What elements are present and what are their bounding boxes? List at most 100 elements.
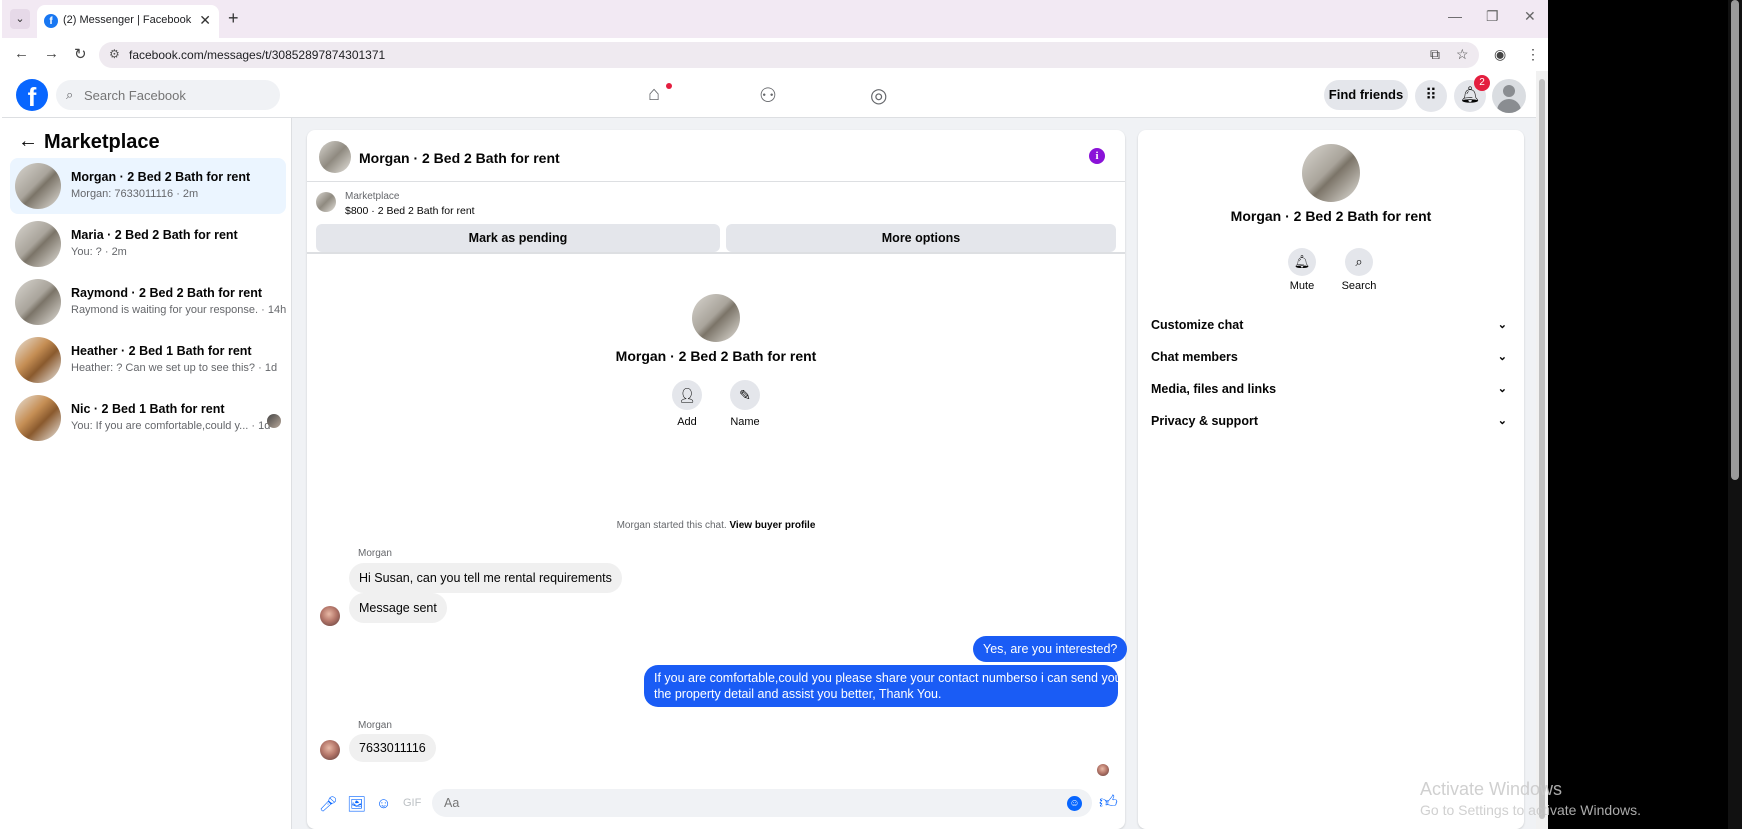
conversation-item[interactable]: Heather · 2 Bed 1 Bath for rent Heather:… — [10, 332, 286, 388]
watermark-line1: Activate Windows — [1420, 779, 1563, 799]
outer-scrollbar-thumb[interactable] — [1731, 0, 1739, 480]
more-options-button[interactable]: More options — [726, 224, 1116, 252]
chevron-down-icon: ⌄ — [1497, 351, 1507, 363]
chat-panel: Morgan · 2 Bed 2 Bath for rent i Marketp… — [307, 130, 1128, 829]
notification-badge: 2 — [1474, 75, 1490, 91]
message-line: the property detail and assist you bette… — [654, 687, 942, 701]
sidebar-title: Marketplace — [44, 131, 160, 153]
outgoing-message[interactable]: If you are comfortable,could you please … — [644, 665, 1122, 707]
sender-avatar[interactable] — [320, 740, 340, 760]
photo-icon[interactable]: 🖼︎ — [347, 795, 366, 813]
chat-info-panel: Morgan · 2 Bed 2 Bath for rent 🔔︎ Mute ⌕… — [1138, 130, 1524, 829]
back-arrow-icon[interactable]: ← — [18, 130, 38, 153]
conversation-item[interactable]: Nic · 2 Bed 1 Bath for rent You: If you … — [10, 390, 286, 446]
window-close-icon[interactable]: ✕ — [1524, 8, 1536, 25]
incoming-message[interactable]: 7633011116 — [349, 734, 436, 762]
tab-strip: ⌄ f (2) Messenger | Facebook ✕ + — ❐ ✕ — [2, 0, 1548, 38]
customize-chat-row[interactable]: Customize chat ⌄ — [1151, 310, 1513, 340]
chat-header: Morgan · 2 Bed 2 Bath for rent i — [307, 130, 1125, 182]
microphone-icon[interactable]: 🎤︎ — [319, 795, 338, 813]
restore-icon[interactable]: ❐ — [1486, 8, 1499, 25]
search-box[interactable]: ⌕ — [56, 80, 280, 110]
browser-menu-icon[interactable]: ⋮ — [1526, 46, 1540, 63]
chat-info-title: Morgan · 2 Bed 2 Bath for rent — [1230, 208, 1432, 224]
site-info-icon[interactable]: ⚙ — [109, 47, 120, 61]
thumbs-up-icon[interactable]: 👍︎ — [1099, 791, 1118, 813]
new-tab-icon[interactable]: + — [228, 8, 239, 29]
intro-title: Morgan · 2 Bed 2 Bath for rent — [615, 348, 817, 364]
tab-title: (2) Messenger | Facebook — [63, 14, 192, 26]
minimize-icon[interactable]: — — [1448, 8, 1462, 24]
conversation-name: Morgan · 2 Bed 2 Bath for rent — [71, 170, 251, 184]
tab-close-icon[interactable]: ✕ — [199, 12, 211, 29]
privacy-support-row[interactable]: Privacy & support ⌄ — [1151, 406, 1513, 436]
name-label: Name — [730, 416, 760, 428]
listing-thumbnail[interactable] — [316, 192, 336, 212]
gif-icon[interactable]: GIF — [403, 797, 421, 809]
conversation-item[interactable]: Raymond · 2 Bed 2 Bath for rent Raymond … — [10, 274, 286, 330]
outer-scrollbar[interactable] — [1728, 0, 1742, 829]
sender-avatar[interactable] — [320, 606, 340, 626]
profile-icon[interactable]: ◉ — [1494, 46, 1506, 63]
browser-tab[interactable]: f (2) Messenger | Facebook ✕ — [37, 5, 219, 38]
emoji-icon[interactable]: ☺ — [1067, 796, 1082, 811]
chevron-down-icon: ⌄ — [1497, 415, 1507, 427]
avatar-head — [1503, 85, 1515, 97]
message-composer: 🎤︎ 🖼︎ ☺ GIF ☺ 👍︎ — [307, 779, 1125, 829]
avatar-body — [1497, 99, 1521, 113]
listing-thumbnail — [15, 337, 61, 383]
conversation-preview: You: If you are comfortable,could y... ·… — [71, 420, 271, 432]
conversation-preview: Heather: ? Can we set up to see this? · … — [71, 362, 278, 374]
home-icon[interactable]: ⌂ — [648, 83, 660, 106]
back-icon[interactable]: ← — [14, 45, 29, 62]
incoming-message[interactable]: Message sent — [349, 593, 447, 623]
media-files-links-row[interactable]: Media, files and links ⌄ — [1151, 374, 1513, 404]
listing-thumbnail — [15, 395, 61, 441]
add-person-icon[interactable]: 👤︎ — [672, 380, 702, 410]
conversation-item[interactable]: Morgan · 2 Bed 2 Bath for rent Morgan: 7… — [10, 158, 286, 214]
incoming-message[interactable]: Hi Susan, can you tell me rental require… — [349, 563, 622, 593]
groups-icon[interactable]: ◎ — [870, 83, 887, 108]
listing-banner: Marketplace $800 · 2 Bed 2 Bath for rent… — [307, 182, 1125, 254]
home-notification-dot — [666, 83, 672, 89]
mute-label: Mute — [1289, 280, 1315, 292]
read-receipt-avatar — [1097, 764, 1109, 776]
mark-as-pending-button[interactable]: Mark as pending — [316, 224, 720, 252]
message-input[interactable] — [444, 789, 1044, 817]
conversation-name: Nic · 2 Bed 1 Bath for rent — [71, 402, 225, 416]
find-friends-button[interactable]: Find friends — [1324, 80, 1408, 110]
watermark-line2: Go to Settings to activate Windows. — [1420, 802, 1641, 818]
bookmark-star-icon[interactable]: ☆ — [1456, 46, 1469, 63]
chat-title[interactable]: Morgan · 2 Bed 2 Bath for rent — [359, 150, 560, 166]
forward-icon[interactable]: → — [44, 45, 59, 62]
sticker-icon[interactable]: ☺ — [376, 795, 391, 812]
message-input-box[interactable] — [432, 789, 1092, 817]
seen-avatar — [267, 414, 281, 428]
chat-avatar — [1302, 144, 1360, 202]
listing-price[interactable]: $800 · 2 Bed 2 Bath for rent — [345, 205, 475, 217]
search-label: Search — [1341, 280, 1377, 292]
friends-icon[interactable]: ⚇ — [759, 83, 777, 108]
facebook-logo[interactable]: f — [16, 79, 48, 112]
conversation-item[interactable]: Maria · 2 Bed 2 Bath for rent You: ? · 2… — [10, 216, 286, 272]
account-avatar[interactable] — [1492, 79, 1526, 113]
outgoing-message[interactable]: Yes, are you interested? — [973, 636, 1128, 662]
tab-search-icon[interactable]: ⌄ — [10, 9, 30, 29]
install-app-icon[interactable]: ⧉ — [1430, 46, 1440, 63]
search-icon[interactable]: ⌕ — [1345, 248, 1373, 276]
row-label: Privacy & support — [1151, 414, 1258, 428]
address-bar[interactable]: ⚙ facebook.com/messages/t/30852897874301… — [99, 42, 1479, 68]
bell-icon[interactable]: 🔔︎ — [1288, 248, 1316, 276]
menu-grid-icon[interactable]: ⠿ — [1415, 80, 1447, 112]
edit-name-icon[interactable]: ✎ — [730, 380, 760, 410]
page-scrollbar-thumb[interactable] — [1539, 79, 1545, 819]
chat-thumbnail[interactable] — [319, 141, 351, 173]
search-input[interactable] — [84, 80, 274, 110]
reload-icon[interactable]: ↻ — [74, 45, 87, 63]
listing-thumbnail — [15, 279, 61, 325]
view-buyer-profile-link[interactable]: View buyer profile — [729, 520, 815, 531]
page-scrollbar[interactable] — [1536, 71, 1548, 829]
chat-members-row[interactable]: Chat members ⌄ — [1151, 342, 1513, 372]
info-icon[interactable]: i — [1089, 148, 1105, 164]
conversation-sidebar: ← Marketplace Morgan · 2 Bed 2 Bath for … — [2, 118, 292, 829]
